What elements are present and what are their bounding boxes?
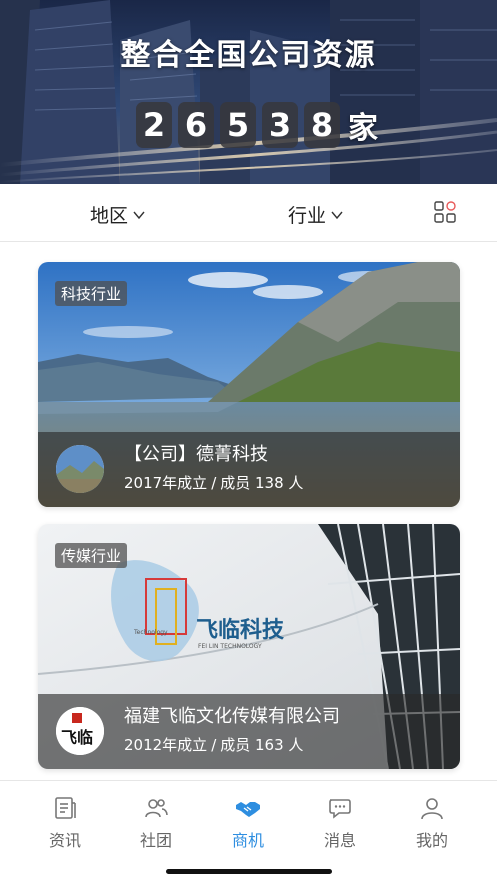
tab-label: 消息 xyxy=(323,831,356,850)
counter-digit: 2 xyxy=(136,102,172,148)
sign-small-text: Technology xyxy=(133,629,168,636)
company-info-overlay: 飞临 福建飞临文化传媒有限公司 2012年成立 / 成员 163 人 xyxy=(38,694,460,769)
handshake-icon xyxy=(236,802,260,817)
industry-filter-label: 行业 xyxy=(288,205,327,227)
company-logo xyxy=(56,445,104,493)
region-filter[interactable]: 地区 xyxy=(90,201,146,228)
home-indicator xyxy=(166,869,332,874)
tab-messages[interactable]: 消息 xyxy=(305,795,375,851)
company-info-overlay: 【公司】德菁科技 2017年成立 / 成员 138 人 xyxy=(38,432,460,507)
news-icon xyxy=(55,797,76,819)
tab-label: 社团 xyxy=(139,831,172,850)
counter-digit: 6 xyxy=(178,102,214,148)
company-meta: 2012年成立 / 成员 163 人 xyxy=(124,736,304,754)
filter-bar: 地区 行业 xyxy=(0,184,497,242)
message-icon xyxy=(329,799,351,819)
region-filter-label: 地区 xyxy=(90,205,129,227)
counter-digit: 5 xyxy=(220,102,256,148)
bottom-tab-bar: 资讯 社团 商机 消息 我的 xyxy=(0,780,497,883)
company-logo-image xyxy=(56,445,104,493)
city-skyline-image xyxy=(0,0,497,184)
counter-digit: 8 xyxy=(304,102,340,148)
counter-digit: 3 xyxy=(262,102,298,148)
sign-brand-text: 飞临科技 xyxy=(196,617,285,643)
company-logo-image: 飞临 xyxy=(56,707,104,755)
tab-business[interactable]: 商机 xyxy=(213,795,283,851)
hero-banner: 整合全国公司资源 2 6 5 3 8 家 xyxy=(0,0,497,184)
counter-unit: 家 xyxy=(348,111,378,146)
tab-label: 资讯 xyxy=(48,831,81,850)
industry-filter[interactable]: 行业 xyxy=(288,201,344,228)
founded-year: 2012年成立 xyxy=(124,736,208,754)
tab-label: 我的 xyxy=(415,831,448,850)
founded-year: 2017年成立 xyxy=(124,474,208,492)
company-meta: 2017年成立 / 成员 138 人 xyxy=(124,474,304,492)
company-logo: 飞临 xyxy=(56,707,104,755)
company-counter: 2 6 5 3 8 家 xyxy=(136,102,378,148)
company-name: 【公司】德菁科技 xyxy=(124,444,268,465)
company-card[interactable]: 科技行业 【公司】德菁科技 2017年成立 / 成员 138 人 xyxy=(38,262,460,507)
tab-label: 商机 xyxy=(231,831,264,850)
member-count: 成员 163 人 xyxy=(220,736,304,754)
sign-sub-text: FEI LIN TECHNOLOGY xyxy=(198,643,262,650)
hero-title: 整合全国公司资源 xyxy=(120,38,377,73)
category-grid-icon[interactable] xyxy=(433,200,457,224)
tab-news[interactable]: 资讯 xyxy=(30,795,100,851)
profile-icon xyxy=(421,798,443,820)
chevron-down-icon xyxy=(133,211,145,219)
chevron-down-icon xyxy=(331,211,343,219)
industry-tag: 科技行业 xyxy=(55,281,128,306)
member-count: 成员 138 人 xyxy=(220,474,304,492)
tab-profile[interactable]: 我的 xyxy=(397,795,467,851)
company-name: 福建飞临文化传媒有限公司 xyxy=(124,706,340,727)
community-icon xyxy=(145,799,168,818)
company-card[interactable]: 飞临科技 FEI LIN TECHNOLOGY Technology 传媒行业 … xyxy=(38,524,460,769)
industry-tag: 传媒行业 xyxy=(55,543,128,568)
tab-community[interactable]: 社团 xyxy=(121,795,191,851)
svg-text:飞临: 飞临 xyxy=(61,728,93,747)
